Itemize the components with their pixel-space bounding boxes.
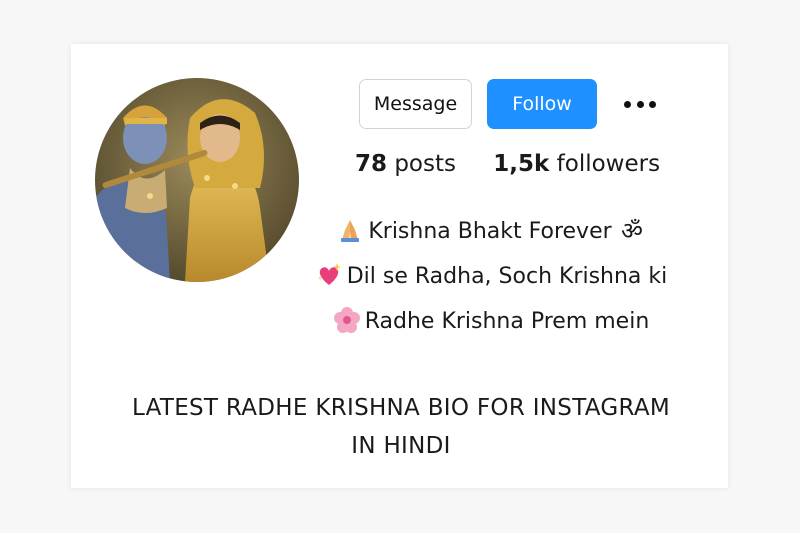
caption: LATEST RADHE KRISHNA BIO FOR INSTAGRAM I… xyxy=(111,389,691,465)
more-horizontal-icon[interactable] xyxy=(624,94,656,114)
bio-line-1: Krishna Bhakt Forever ॐ xyxy=(301,216,681,244)
followers-count: 1,5k xyxy=(493,151,550,177)
follow-button-label: Follow xyxy=(512,93,572,115)
message-button-label: Message xyxy=(373,93,458,115)
follow-button[interactable]: Follow xyxy=(487,79,597,129)
bio-line-2-text: Dil se Radha, Soch Krishna ki xyxy=(346,264,668,289)
bio-line-3: Radhe Krishna Prem mein xyxy=(301,306,681,334)
followers-label: followers xyxy=(556,151,661,177)
profile-stats: 78 posts 1,5k followers xyxy=(355,151,660,177)
om-icon: ॐ xyxy=(621,217,643,244)
caption-line-2: IN HINDI xyxy=(351,433,451,459)
profile-card: Message Follow 78 posts 1,5k followers K… xyxy=(71,44,728,488)
followers-stat[interactable]: 1,5k followers xyxy=(493,151,660,177)
avatar[interactable] xyxy=(95,78,299,282)
sparkling-heart-icon xyxy=(317,263,341,285)
posts-label: posts xyxy=(394,151,456,177)
svg-text:ॐ: ॐ xyxy=(621,217,643,244)
folded-hands-icon xyxy=(341,220,360,242)
radha-krishna-illustration xyxy=(95,78,299,282)
cherry-blossom-icon xyxy=(333,307,360,333)
bio-line-2: Dil se Radha, Soch Krishna ki xyxy=(301,261,681,289)
posts-count: 78 xyxy=(355,151,388,177)
message-button[interactable]: Message xyxy=(359,79,472,129)
bio-line-3-text: Radhe Krishna Prem mein xyxy=(364,309,650,334)
caption-line-1: LATEST RADHE KRISHNA BIO FOR INSTAGRAM xyxy=(131,395,671,421)
bio-line-1-text: Krishna Bhakt Forever xyxy=(368,219,612,244)
posts-stat[interactable]: 78 posts xyxy=(355,151,456,177)
